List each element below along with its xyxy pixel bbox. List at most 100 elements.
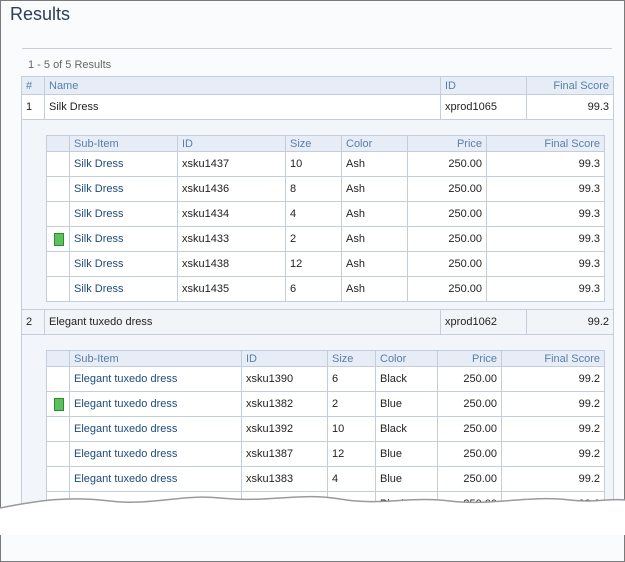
sub-col-header-sub-item[interactable]: Sub-Item xyxy=(69,135,178,152)
sub-item-final-score: 99.2 xyxy=(501,416,605,442)
sub-item-color: Ash xyxy=(341,276,408,302)
sub-item-sku: xsku1437 xyxy=(177,151,286,177)
row-marker-cell xyxy=(46,201,70,227)
sub-item-final-score: 99.3 xyxy=(486,226,605,252)
row-marker-cell xyxy=(46,366,70,392)
sub-item-size: 10 xyxy=(285,151,342,177)
sub-col-header-price[interactable]: Price xyxy=(437,350,502,367)
sub-col-header-id[interactable]: ID xyxy=(241,350,328,367)
sub-item-price: 250.00 xyxy=(407,151,487,177)
result-count: 1 - 5 of 5 Results xyxy=(28,59,112,71)
sub-col-header-final-score[interactable]: Final Score xyxy=(501,350,605,367)
sub-col-header-color[interactable]: Color xyxy=(341,135,408,152)
sub-item-final-score: 99.3 xyxy=(486,251,605,277)
sub-item-name-link[interactable]: Elegant tuxedo dress xyxy=(69,441,242,467)
title-divider xyxy=(22,48,612,49)
sub-item-name-link[interactable]: Silk Dress xyxy=(69,176,178,202)
sub-item-row[interactable]: Elegant tuxedo dress xsku1390 6 Black 250.00… xyxy=(46,366,605,392)
sub-item-sku: xsku1390 xyxy=(241,366,328,392)
results-table: # Name ID Final Score 1 Silk Dress xprod10… xyxy=(21,76,614,525)
sub-item-color: Ash xyxy=(341,176,408,202)
row-marker-cell xyxy=(46,251,70,277)
col-header-final-score[interactable]: Final Score xyxy=(526,76,614,95)
sub-item-row[interactable]: Silk Dress xsku1436 8 Ash 250.00 99.3 xyxy=(46,176,605,202)
sub-col-header-color[interactable]: Color xyxy=(375,350,438,367)
sub-col-header-size[interactable]: Size xyxy=(285,135,342,152)
sub-item-size: 4 xyxy=(285,201,342,227)
col-header-num[interactable]: # xyxy=(21,76,45,95)
sub-items-header-row: Sub-Item ID Size Color Price Final Score xyxy=(46,350,605,367)
result-final-score: 99.2 xyxy=(526,309,614,335)
row-marker-cell xyxy=(46,416,70,442)
sub-item-name-link[interactable]: Elegant tuxedo dress xyxy=(69,416,242,442)
sub-item-name-link[interactable]: Silk Dress xyxy=(69,201,178,227)
sub-item-sku: xsku1438 xyxy=(177,251,286,277)
result-final-score: 99.3 xyxy=(526,94,614,120)
torn-edge xyxy=(0,495,625,535)
sub-item-name-link[interactable]: Silk Dress xyxy=(69,151,178,177)
sub-item-color: Ash xyxy=(341,201,408,227)
sub-col-header-id[interactable]: ID xyxy=(177,135,286,152)
sub-item-sku: xsku1435 xyxy=(177,276,286,302)
sub-item-size: 8 xyxy=(285,176,342,202)
sub-item-color: Ash xyxy=(341,151,408,177)
sub-item-name-link[interactable]: Elegant tuxedo dress xyxy=(69,366,242,392)
sub-item-color: Blue xyxy=(375,441,438,467)
sub-items-container: Sub-Item ID Size Color Price Final Score Silk … xyxy=(21,119,614,310)
row-marker-cell xyxy=(46,226,70,252)
results-header-row: # Name ID Final Score xyxy=(21,76,614,95)
sub-item-final-score: 99.2 xyxy=(501,391,605,417)
result-row[interactable]: 1 Silk Dress xprod1065 99.3 xyxy=(21,94,614,120)
sub-item-final-score: 99.3 xyxy=(486,276,605,302)
sub-col-header-marker xyxy=(46,135,70,152)
result-row[interactable]: 2 Elegant tuxedo dress xprod1062 99.2 xyxy=(21,309,614,335)
sub-item-size: 12 xyxy=(285,251,342,277)
sub-item-row[interactable]: Elegant tuxedo dress xsku1382 2 Blue 250.00 9… xyxy=(46,391,605,417)
sub-item-row[interactable]: Silk Dress xsku1437 10 Ash 250.00 99.3 xyxy=(46,151,605,177)
row-marker-cell xyxy=(46,441,70,467)
result-id: xprod1065 xyxy=(440,94,527,120)
sub-col-header-marker xyxy=(46,350,70,367)
sub-item-price: 250.00 xyxy=(407,251,487,277)
sub-col-header-size[interactable]: Size xyxy=(327,350,376,367)
sub-col-header-final-score[interactable]: Final Score xyxy=(486,135,605,152)
sub-item-color: Ash xyxy=(341,226,408,252)
sub-item-name-link[interactable]: Elegant tuxedo dress xyxy=(69,391,242,417)
sub-col-header-sub-item[interactable]: Sub-Item xyxy=(69,350,242,367)
sub-item-row[interactable]: Silk Dress xsku1433 2 Ash 250.00 99.3 xyxy=(46,226,605,252)
sub-item-price: 250.00 xyxy=(407,176,487,202)
sub-item-size: 6 xyxy=(285,276,342,302)
sub-items-header-row: Sub-Item ID Size Color Price Final Score xyxy=(46,135,605,152)
sub-item-sku: xsku1392 xyxy=(241,416,328,442)
sub-item-row[interactable]: Silk Dress xsku1438 12 Ash 250.00 99.3 xyxy=(46,251,605,277)
sub-item-row[interactable]: Elegant tuxedo dress xsku1392 10 Black 250.0… xyxy=(46,416,605,442)
sub-item-price: 250.00 xyxy=(437,416,502,442)
sub-item-final-score: 99.3 xyxy=(486,151,605,177)
result-name: Elegant tuxedo dress xyxy=(44,309,441,335)
sub-item-final-score: 99.2 xyxy=(501,366,605,392)
sub-item-name-link[interactable]: Silk Dress xyxy=(69,226,178,252)
sub-item-sku: xsku1434 xyxy=(177,201,286,227)
sub-item-row[interactable]: Silk Dress xsku1434 4 Ash 250.00 99.3 xyxy=(46,201,605,227)
sub-item-color: Black xyxy=(375,416,438,442)
sub-col-header-price[interactable]: Price xyxy=(407,135,487,152)
sub-item-row[interactable]: Elegant tuxedo dress xsku1387 12 Blue 250.00… xyxy=(46,441,605,467)
sub-item-sku: xsku1387 xyxy=(241,441,328,467)
result-name: Silk Dress xyxy=(44,94,441,120)
col-header-name[interactable]: Name xyxy=(44,76,441,95)
sub-item-sku: xsku1382 xyxy=(241,391,328,417)
sub-items-table: Sub-Item ID Size Color Price Final Score Silk … xyxy=(46,135,605,302)
sub-item-name-link[interactable]: Silk Dress xyxy=(69,276,178,302)
page-title: Results xyxy=(10,4,71,24)
result-num: 2 xyxy=(21,309,45,335)
sub-item-price: 250.00 xyxy=(437,366,502,392)
sub-item-sku: xsku1436 xyxy=(177,176,286,202)
sub-item-price: 250.00 xyxy=(407,276,487,302)
sub-item-price: 250.00 xyxy=(407,226,487,252)
col-header-id[interactable]: ID xyxy=(440,76,527,95)
sub-item-row[interactable]: Silk Dress xsku1435 6 Ash 250.00 99.3 xyxy=(46,276,605,302)
sub-item-name-link[interactable]: Silk Dress xyxy=(69,251,178,277)
selected-marker-icon xyxy=(54,397,64,411)
sub-item-size: 2 xyxy=(327,391,376,417)
sub-item-price: 250.00 xyxy=(437,441,502,467)
